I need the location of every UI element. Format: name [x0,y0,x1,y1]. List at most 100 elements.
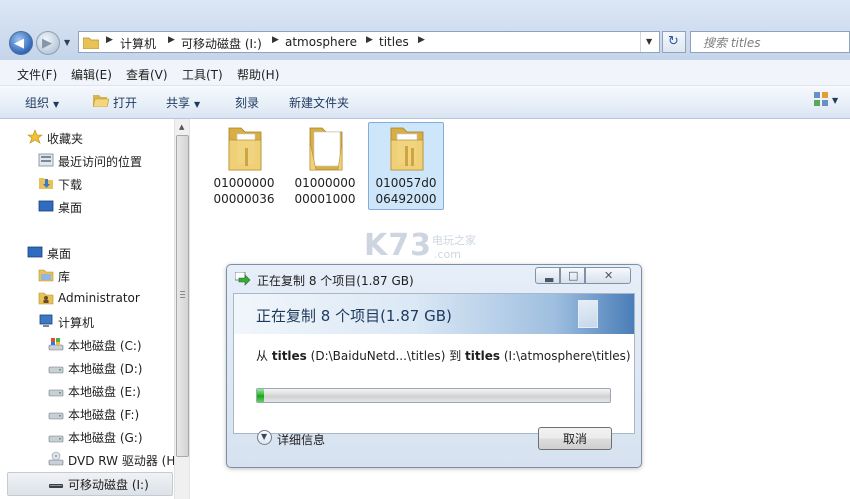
menu-edit[interactable]: 编辑(E) [71,66,112,83]
copy-icon [235,272,251,286]
nav-label: 下载 [58,178,83,192]
copy-progress-dialog: 正在复制 8 个项目(1.87 GB) ▬ □ ✕ 正在复制 8 个项目(1.8… [226,264,642,468]
folder-icon [390,127,424,171]
folder-name-line: 00001000 [294,192,356,206]
folder-item[interactable]: 01000000 00001000 [287,122,363,210]
scroll-up-icon[interactable]: ▲ [179,123,184,131]
refresh-icon: ↻ [668,34,679,49]
watermark-domain: .com [434,248,461,261]
copy-route: 从 titles (D:\BaiduNetd...\titles) 到 titl… [256,347,631,364]
watermark-subtitle: 电玩之家 [432,234,476,247]
desktop-icon [27,246,43,258]
hard-drive-icon [48,435,64,443]
address-bar-area: ◀ ▶ ▼ ▶ 计算机 ▶ 可移动磁盘 (I:) ▶ atmosphere ▶ … [0,0,850,60]
search-box[interactable] [690,31,850,53]
search-input[interactable] [701,34,845,52]
grip-icon [180,291,185,299]
menu-file[interactable]: 文件(F) [17,66,57,83]
menu-bar: 文件(F) 编辑(E) 查看(V) 工具(T) 帮助(H) [0,60,850,86]
user-folder-icon [38,292,54,305]
document-icon [578,300,598,328]
destination-folder-link[interactable]: titles [465,349,500,363]
organize-button[interactable]: 组织 ▼ [25,94,59,111]
folder-name-line: 01000000 [213,176,275,190]
forward-button[interactable]: ▶ [36,31,60,55]
folder-name-line: 010057d0 [375,176,437,190]
dialog-title: 正在复制 8 个项目(1.87 GB) [257,274,414,288]
nav-label: 本地磁盘 (E:) [68,385,141,399]
source-path: (D:\BaiduNetd...\titles) [310,349,446,363]
watermark-logo-text: K73 [364,228,432,263]
nav-label: Administrator [58,291,140,305]
progress-fill [257,389,265,402]
share-button[interactable]: 共享 ▼ [166,94,200,111]
folder-item[interactable]: 01000000 00000036 [206,122,282,210]
back-button[interactable]: ◀ [9,31,33,55]
forward-arrow-icon: ▶ [42,36,52,51]
hard-drive-icon [48,389,64,397]
chevron-right-icon[interactable]: ▶ [272,35,279,45]
menu-tools[interactable]: 工具(T) [182,66,223,83]
open-folder-icon [93,95,109,107]
chevron-down-icon: ▼ [646,37,653,46]
nav-label: 桌面 [58,201,83,215]
change-view-icon[interactable] [814,92,828,106]
chevron-right-icon[interactable]: ▶ [106,35,113,45]
open-button[interactable]: 打开 [113,94,137,111]
scrollbar-thumb[interactable] [176,135,189,457]
chevron-down-icon: ▼ [257,430,272,445]
chevron-right-icon[interactable]: ▶ [168,35,175,45]
source-folder-link[interactable]: titles [272,349,307,363]
dialog-header-band: 正在复制 8 个项目(1.87 GB) [234,294,634,334]
navigation-scrollbar[interactable]: ▲ [174,119,190,499]
share-label: 共享 [166,96,191,110]
dvd-drive-icon [48,451,64,466]
nav-label: 本地磁盘 (D:) [68,362,143,376]
library-icon [38,269,54,282]
dialog-body: 正在复制 8 个项目(1.87 GB) 从 titles (D:\BaiduNe… [233,293,635,434]
recent-pages-dropdown-icon[interactable]: ▼ [64,38,70,47]
minimize-icon: ▬ [544,273,555,286]
nav-label: 本地磁盘 (G:) [68,431,143,445]
command-bar: 组织 ▼ 打开 共享 ▼ 刻录 新建文件夹 [0,86,850,119]
breadcrumb-atmosphere[interactable]: atmosphere [285,35,357,49]
maximize-icon: □ [568,269,579,282]
chevron-right-icon[interactable]: ▶ [366,35,373,45]
new-folder-button[interactable]: 新建文件夹 [289,94,349,111]
minimize-button[interactable]: ▬ [535,267,560,286]
close-button[interactable]: ✕ [585,267,631,284]
nav-label: 计算机 [58,316,95,330]
folder-icon [228,127,262,171]
to-label: 到 [449,349,462,363]
breadcrumb-computer[interactable]: 计算机 [120,35,156,52]
copy-progress-bar [256,388,611,403]
menu-view[interactable]: 查看(V) [126,66,168,83]
folder-name-line: 06492000 [375,192,437,206]
recent-places-icon [38,153,54,167]
refresh-button[interactable]: ↻ [662,31,686,53]
organize-label: 组织 [25,96,50,110]
dialog-heading: 正在复制 8 个项目(1.87 GB) [256,307,452,325]
folder-item-selected[interactable]: 010057d0 06492000 [368,122,444,210]
computer-icon [39,314,53,327]
caret-down-icon: ▼ [194,100,201,109]
breadcrumb-titles[interactable]: titles [379,35,409,49]
folder-icon [83,37,99,49]
star-icon [27,129,43,144]
address-input[interactable]: ▶ 计算机 ▶ 可移动磁盘 (I:) ▶ atmosphere ▶ titles… [78,31,660,53]
nav-label: 库 [58,270,71,284]
cancel-button[interactable]: 取消 [538,427,612,450]
removable-drive-icon [49,484,63,488]
close-icon: ✕ [604,269,614,282]
breadcrumb-removable-disk[interactable]: 可移动磁盘 (I:) [181,35,262,52]
downloads-folder-icon [39,178,53,189]
burn-button[interactable]: 刻录 [235,94,259,111]
address-history-dropdown[interactable]: ▼ [640,32,659,52]
maximize-button[interactable]: □ [560,267,585,284]
chevron-right-icon[interactable]: ▶ [418,35,425,45]
view-options-dropdown-icon[interactable]: ▼ [832,96,838,105]
nav-label: 可移动磁盘 (I:) [68,478,149,492]
hard-drive-icon [48,412,64,420]
folder-name-line: 01000000 [294,176,356,190]
menu-help[interactable]: 帮助(H) [237,66,279,83]
